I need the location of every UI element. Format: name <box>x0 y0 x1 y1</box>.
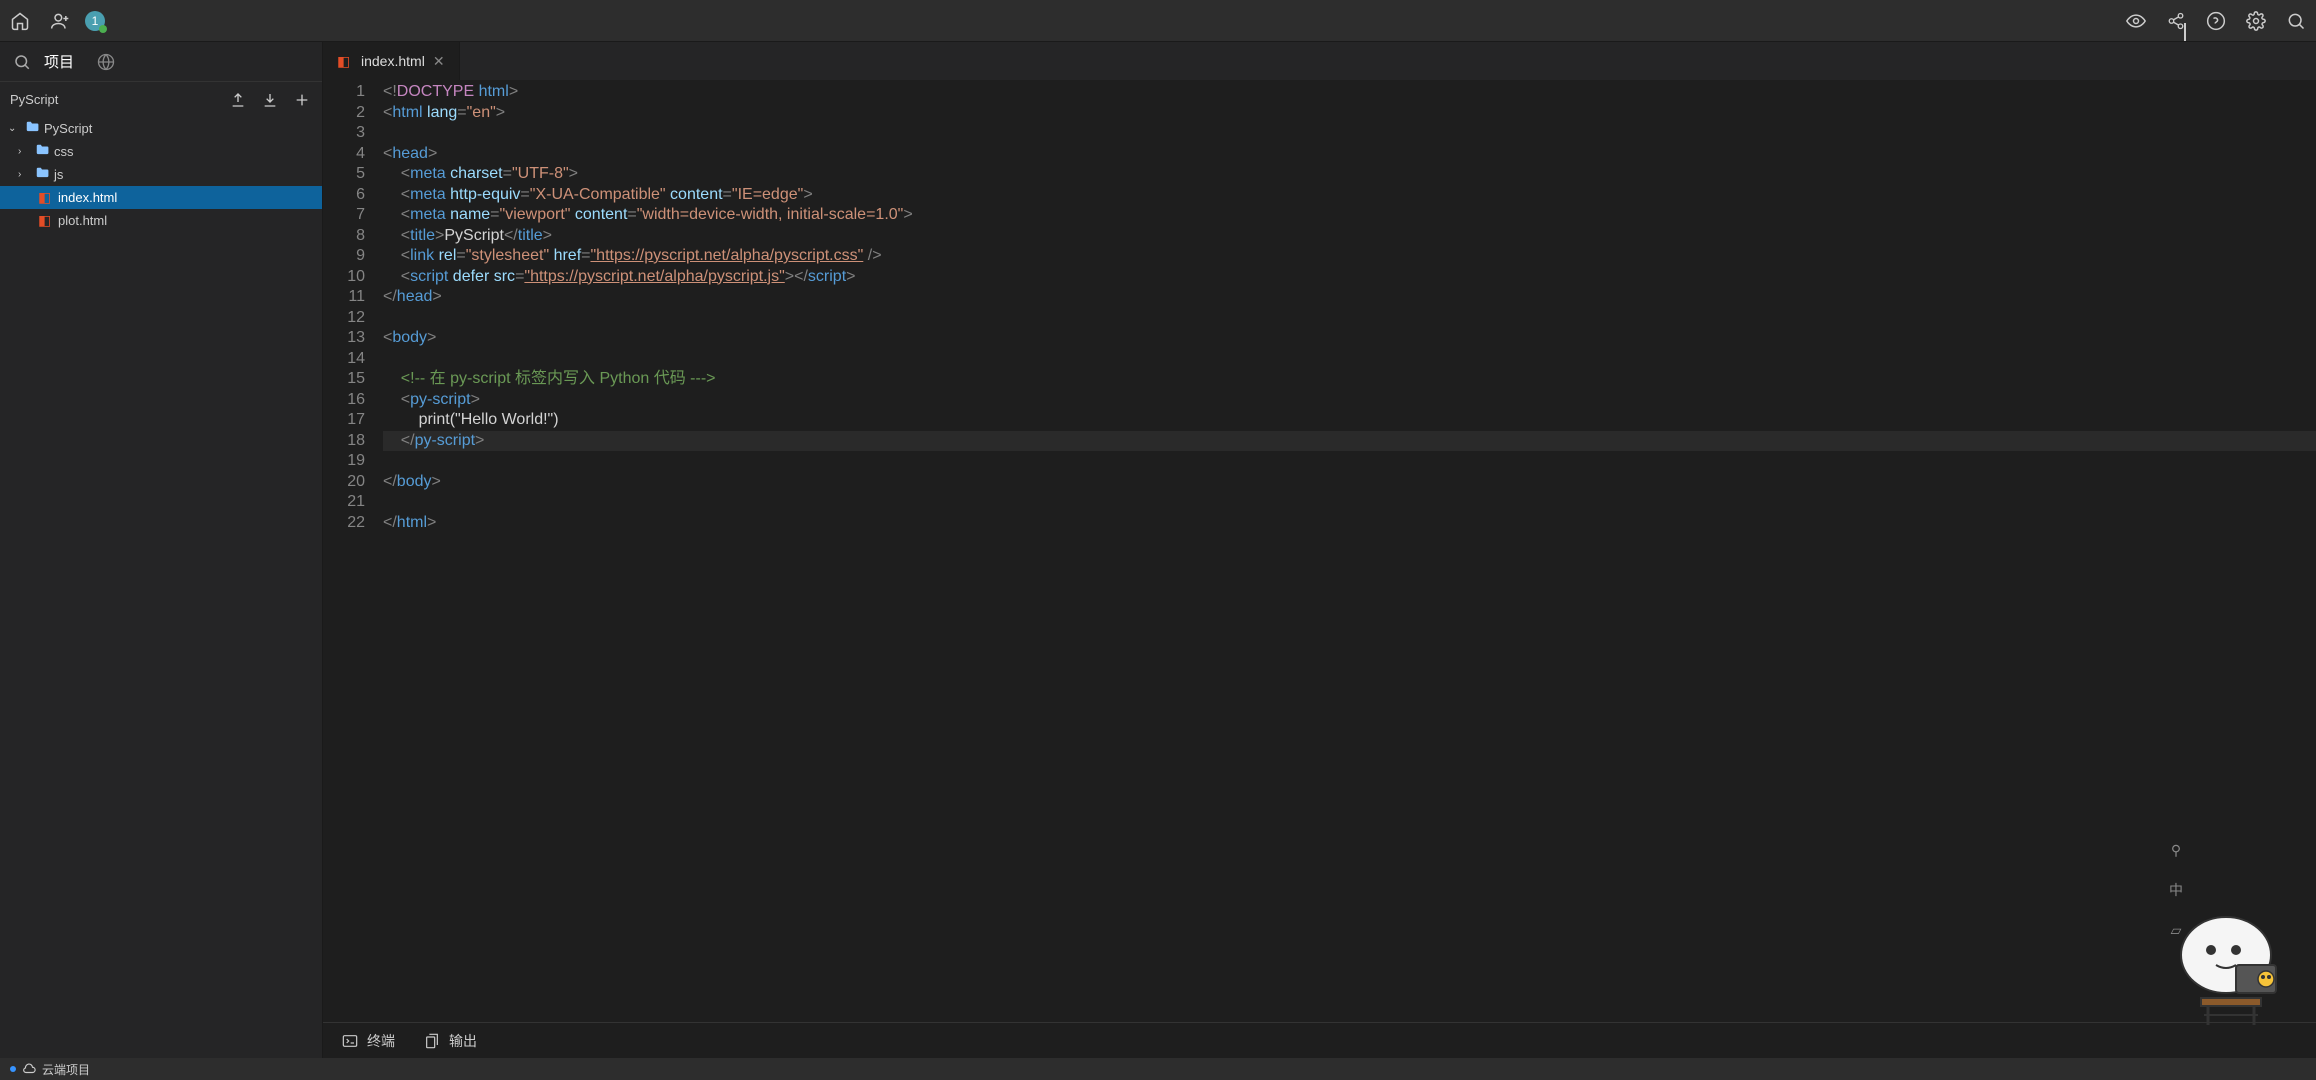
text-cursor-icon <box>2184 23 2186 41</box>
search-icon[interactable] <box>2286 11 2306 31</box>
home-icon[interactable] <box>10 11 30 31</box>
search-icon[interactable] <box>12 52 32 72</box>
mascot-toolbar: ⚲ 中 ▱ <box>2166 840 2186 940</box>
tree-folder-css[interactable]: › css <box>0 140 322 163</box>
share-icon[interactable] <box>2166 11 2186 31</box>
tool-window-icon[interactable]: ▱ <box>2166 920 2186 940</box>
status-cloud-label: 云端项目 <box>42 1061 90 1078</box>
chevron-right-icon: › <box>18 169 30 180</box>
tool-magnify-icon[interactable]: ⚲ <box>2166 840 2186 860</box>
code-content[interactable]: <!DOCTYPE html> <html lang="en"> <head> … <box>383 82 2316 1022</box>
add-user-icon[interactable] <box>50 11 70 31</box>
tool-ime-icon[interactable]: 中 <box>2166 880 2186 900</box>
output-label: 输出 <box>449 1031 477 1051</box>
folder-icon <box>34 166 50 183</box>
online-dot-icon <box>99 25 107 33</box>
tab-project[interactable]: 项目 <box>42 47 76 76</box>
html-file-icon: ◧ <box>38 189 54 206</box>
tree-label: PyScript <box>44 121 92 136</box>
badge-count: 1 <box>92 14 99 28</box>
tab-label: index.html <box>361 53 425 69</box>
add-icon[interactable] <box>292 90 312 110</box>
help-icon[interactable] <box>2206 11 2226 31</box>
sidebar: 项目 PyScript ⌄ PyScript › css › <box>0 42 323 1058</box>
project-header: PyScript <box>0 82 322 117</box>
globe-icon[interactable] <box>96 52 116 72</box>
code-editor[interactable]: 12345678910111213141516171819202122 <!DO… <box>323 80 2316 1022</box>
sidebar-tabs: 项目 <box>0 42 322 82</box>
status-bar: 云端项目 <box>0 1058 2316 1080</box>
download-icon[interactable] <box>260 90 280 110</box>
bottom-panel: 终端 输出 <box>323 1022 2316 1058</box>
terminal-tab[interactable]: 终端 <box>341 1031 395 1051</box>
tree-file-plot[interactable]: ◧ plot.html <box>0 209 322 232</box>
tree-file-index[interactable]: ◧ index.html <box>0 186 322 209</box>
tree-label: js <box>54 167 63 182</box>
editor-area: ◧ index.html ✕ 1234567891011121314151617… <box>323 42 2316 1058</box>
chevron-right-icon: › <box>18 146 30 157</box>
tree-root[interactable]: ⌄ PyScript <box>0 117 322 140</box>
tree-label: plot.html <box>58 213 107 228</box>
top-toolbar: 1 <box>0 0 2316 42</box>
tree-label: index.html <box>58 190 117 205</box>
html-file-icon: ◧ <box>337 53 353 70</box>
editor-tab[interactable]: ◧ index.html ✕ <box>323 42 460 80</box>
html-file-icon: ◧ <box>38 212 54 229</box>
status-dot-icon <box>10 1066 16 1072</box>
cloud-icon <box>22 1062 36 1076</box>
terminal-label: 终端 <box>367 1031 395 1051</box>
file-tree: ⌄ PyScript › css › js ◧ index.html ◧ plo… <box>0 117 322 232</box>
tree-label: css <box>54 144 74 159</box>
tree-folder-js[interactable]: › js <box>0 163 322 186</box>
eye-icon[interactable] <box>2126 11 2146 31</box>
close-icon[interactable]: ✕ <box>433 53 445 70</box>
upload-icon[interactable] <box>228 90 248 110</box>
folder-icon <box>24 120 40 137</box>
settings-icon[interactable] <box>2246 11 2266 31</box>
project-title: PyScript <box>10 92 228 107</box>
line-gutter: 12345678910111213141516171819202122 <box>323 82 383 1022</box>
tab-bar: ◧ index.html ✕ <box>323 42 2316 80</box>
chevron-down-icon: ⌄ <box>8 123 20 134</box>
notification-badge[interactable]: 1 <box>85 11 105 31</box>
output-tab[interactable]: 输出 <box>423 1031 477 1051</box>
folder-icon <box>34 143 50 160</box>
